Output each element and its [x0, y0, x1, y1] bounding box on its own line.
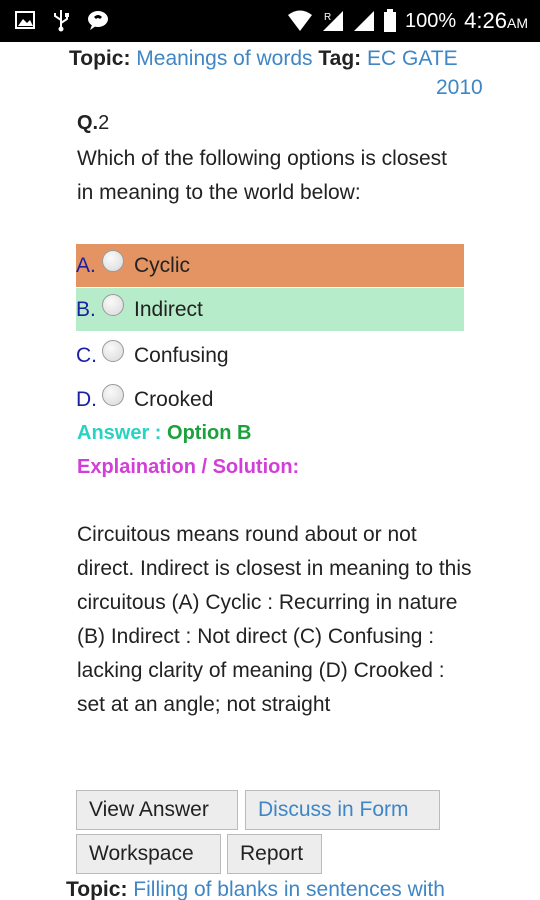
- signal-icon: [354, 11, 375, 31]
- topic-line: Topic: Meanings of words Tag: EC GATE: [69, 42, 499, 76]
- option-label: Indirect: [134, 297, 203, 321]
- system-status: R 100% 4:26AM: [287, 6, 528, 36]
- signal-icon: R: [323, 11, 344, 31]
- radio-button[interactable]: [102, 383, 124, 406]
- next-topic-line: Topic: Filling of blanks in sentences wi…: [66, 878, 445, 900]
- clock-ampm: AM: [507, 15, 528, 31]
- tag-link[interactable]: EC GATE: [367, 47, 458, 70]
- option-a[interactable]: A. Cyclic: [76, 244, 464, 287]
- solution-text: Circuitous means round about or not dire…: [77, 523, 472, 716]
- option-letter: A.: [76, 253, 96, 277]
- option-label: Cyclic: [134, 253, 190, 277]
- view-answer-button[interactable]: View Answer: [76, 790, 238, 830]
- option-letter: D.: [76, 387, 97, 411]
- notification-icons: [14, 8, 110, 32]
- usb-icon: [54, 10, 69, 32]
- topic-link[interactable]: Meanings of words: [136, 47, 312, 70]
- question-number: Q.2: [77, 112, 109, 135]
- topic-label: Topic:: [69, 47, 131, 70]
- discuss-button[interactable]: Discuss in Form: [245, 790, 440, 830]
- question-content: Topic: Meanings of words Tag: EC GATE 20…: [0, 42, 540, 900]
- radio-button[interactable]: [102, 249, 124, 272]
- option-label: Confusing: [134, 343, 229, 367]
- next-topic-link[interactable]: Filling of blanks in sentences with: [133, 878, 445, 900]
- tag-label: Tag:: [318, 47, 362, 70]
- image-icon: [15, 11, 35, 29]
- option-c[interactable]: C. Confusing: [76, 334, 464, 377]
- report-button[interactable]: Report: [227, 834, 322, 874]
- option-d[interactable]: D. Crooked: [76, 378, 464, 421]
- svg-text:R: R: [324, 12, 331, 23]
- option-letter: B.: [76, 297, 96, 321]
- workspace-button[interactable]: Workspace: [76, 834, 221, 874]
- answer-value: Option B: [167, 422, 252, 444]
- wifi-icon: [288, 10, 313, 31]
- question-number-prefix: Q.: [77, 112, 99, 134]
- answer-line: Answer : Option B: [77, 422, 251, 445]
- radio-button[interactable]: [102, 339, 124, 362]
- clock: 4:26AM: [464, 8, 528, 34]
- radio-button[interactable]: [102, 293, 124, 316]
- answer-label: Answer :: [77, 422, 168, 444]
- clock-time: 4:26: [464, 8, 507, 33]
- battery-percent: 100%: [405, 9, 457, 32]
- explanation-heading: Explaination / Solution:: [77, 456, 300, 478]
- next-topic-label: Topic:: [66, 878, 128, 900]
- battery-icon: [384, 9, 397, 32]
- tag-year-link[interactable]: 2010: [436, 76, 483, 100]
- option-b[interactable]: B. Indirect: [76, 288, 464, 331]
- option-label: Crooked: [134, 387, 214, 411]
- chat-icon: [88, 11, 108, 30]
- status-bar: R 100% 4:26AM: [0, 0, 540, 42]
- option-letter: C.: [76, 343, 97, 367]
- question-text: Which of the following options is closes…: [77, 147, 448, 204]
- question-number-value: 2: [98, 112, 110, 134]
